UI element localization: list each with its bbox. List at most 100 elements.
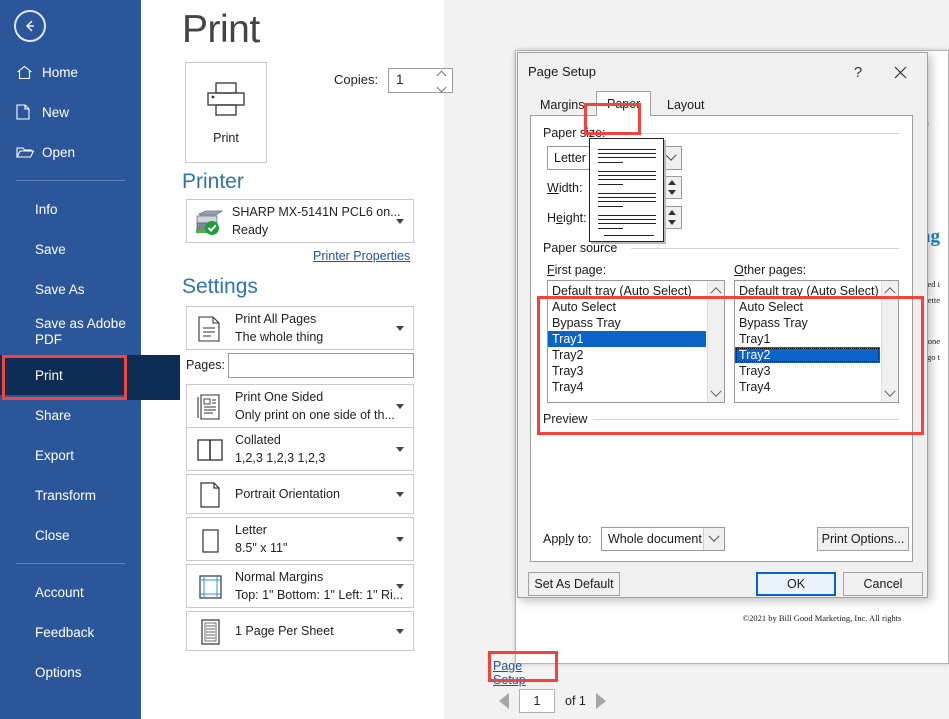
list-item[interactable]: Tray2 bbox=[548, 347, 706, 363]
spinner-up-icon[interactable] bbox=[663, 207, 681, 218]
scrollbar[interactable] bbox=[707, 281, 724, 402]
sidebar-item-options[interactable]: Options bbox=[0, 652, 141, 692]
chevron-down-icon[interactable] bbox=[703, 528, 724, 550]
setting-paper-size[interactable]: Letter 8.5" x 11" bbox=[186, 517, 414, 561]
sidebar-item-close[interactable]: Close bbox=[0, 515, 141, 555]
setting-orientation[interactable]: Portrait Orientation bbox=[186, 474, 414, 514]
width-spinner[interactable] bbox=[662, 177, 681, 198]
chevron-down-icon[interactable] bbox=[396, 584, 404, 589]
spinner-down-icon[interactable] bbox=[663, 188, 681, 199]
sidebar-item-open[interactable]: Open bbox=[0, 132, 141, 172]
apply-to-select[interactable]: Whole document bbox=[601, 527, 725, 551]
sidebar-item-save-as[interactable]: Save As bbox=[0, 269, 141, 309]
chevron-down-icon[interactable] bbox=[396, 447, 404, 452]
apply-to-value: Whole document bbox=[608, 532, 702, 546]
sidebar-item-label: Transform bbox=[35, 487, 97, 503]
print-options-label: Print Options... bbox=[821, 532, 905, 546]
tab-layout[interactable]: Layout bbox=[657, 95, 715, 116]
first-page-listbox[interactable]: Default tray (Auto Select) Auto Select B… bbox=[547, 280, 725, 403]
page-number-input[interactable] bbox=[519, 689, 555, 713]
group-rule bbox=[631, 248, 899, 249]
chevron-down-icon[interactable] bbox=[396, 219, 404, 224]
list-item[interactable]: Default tray (Auto Select) bbox=[548, 283, 706, 299]
height-spinner[interactable] bbox=[662, 207, 681, 228]
list-item[interactable]: Tray3 bbox=[735, 363, 880, 379]
sidebar-item-home[interactable]: Home bbox=[0, 52, 141, 92]
list-item-selected[interactable]: Tray1 bbox=[548, 331, 706, 347]
list-item[interactable]: Tray1 bbox=[735, 331, 880, 347]
list-item-selected[interactable]: Tray2 bbox=[735, 347, 880, 363]
spinner-up-icon[interactable] bbox=[663, 177, 681, 188]
back-arrow-icon[interactable] bbox=[14, 10, 46, 42]
scroll-down-icon[interactable] bbox=[882, 385, 898, 402]
page-total-label: of 1 bbox=[565, 694, 586, 708]
list-item[interactable]: Tray4 bbox=[548, 379, 706, 395]
sidebar-top-group: Home New Open Info Save Save As Save as … bbox=[0, 52, 141, 692]
list-item[interactable]: Bypass Tray bbox=[735, 315, 880, 331]
copies-spinner[interactable] bbox=[435, 70, 447, 93]
setting-pages-per-sheet[interactable]: 1 Page Per Sheet bbox=[186, 611, 414, 651]
sidebar-item-account[interactable]: Account bbox=[0, 572, 141, 612]
help-icon[interactable]: ? bbox=[845, 61, 871, 83]
scroll-up-icon[interactable] bbox=[708, 281, 724, 298]
orientation-icon bbox=[195, 481, 225, 514]
chevron-down-icon[interactable] bbox=[396, 537, 404, 542]
setting-subtitle: The whole thing bbox=[235, 330, 324, 344]
sidebar-item-transform[interactable]: Transform bbox=[0, 475, 141, 515]
print-button[interactable]: Print bbox=[185, 62, 267, 163]
setting-subtitle: Top: 1" Bottom: 1" Left: 1" Ri... bbox=[235, 588, 404, 602]
chevron-up-icon[interactable] bbox=[436, 70, 446, 81]
chevron-down-icon[interactable] bbox=[396, 629, 404, 634]
ok-button[interactable]: OK bbox=[756, 572, 836, 596]
group-rule bbox=[593, 419, 899, 420]
setting-print-range[interactable]: Print All Pages The whole thing bbox=[186, 306, 414, 350]
chevron-down-icon[interactable] bbox=[396, 492, 404, 497]
sidebar-item-label: Export bbox=[35, 447, 75, 463]
sidebar-item-save-as-adobe-pdf[interactable]: Save as Adobe PDF bbox=[0, 309, 141, 355]
sidebar-item-feedback[interactable]: Feedback bbox=[0, 612, 141, 652]
list-item[interactable]: Auto Select bbox=[735, 299, 880, 315]
page-setup-link[interactable]: Page Setup bbox=[493, 659, 526, 687]
list-item[interactable]: Bypass Tray bbox=[548, 315, 706, 331]
previous-page-arrow-icon[interactable] bbox=[499, 693, 509, 709]
printer-select[interactable]: SHARP MX-5141N PCL6 on... Ready bbox=[186, 199, 414, 243]
sidebar-item-export[interactable]: Export bbox=[0, 435, 141, 475]
page-navigation: of 1 bbox=[499, 688, 639, 714]
scroll-down-icon[interactable] bbox=[708, 385, 724, 402]
list-item[interactable]: Tray3 bbox=[548, 363, 706, 379]
chevron-down-icon[interactable] bbox=[436, 82, 446, 93]
list-item[interactable]: Auto Select bbox=[548, 299, 706, 315]
sidebar-item-save[interactable]: Save bbox=[0, 229, 141, 269]
cancel-button[interactable]: Cancel bbox=[843, 572, 923, 596]
scrollbar[interactable] bbox=[881, 281, 898, 402]
tab-paper[interactable]: Paper bbox=[596, 91, 652, 116]
chevron-down-icon[interactable] bbox=[396, 326, 404, 331]
spinner-down-icon[interactable] bbox=[663, 218, 681, 229]
close-icon[interactable] bbox=[885, 61, 915, 83]
printer-properties-link[interactable]: Printer Properties bbox=[313, 249, 410, 263]
sidebar-item-label: Print bbox=[35, 367, 63, 383]
chevron-down-icon[interactable] bbox=[396, 404, 404, 409]
copies-stepper[interactable]: 1 bbox=[388, 68, 453, 93]
list-item[interactable]: Default tray (Auto Select) bbox=[735, 283, 880, 299]
sidebar-item-label: Account bbox=[35, 584, 84, 600]
printer-status-icon bbox=[194, 209, 227, 235]
back-arrow-glyph bbox=[26, 20, 34, 32]
new-document-icon bbox=[16, 104, 42, 120]
scroll-up-icon[interactable] bbox=[882, 281, 898, 298]
other-pages-listbox[interactable]: Default tray (Auto Select) Auto Select B… bbox=[734, 280, 899, 403]
set-as-default-button[interactable]: Set As Default bbox=[528, 572, 620, 596]
pages-input[interactable] bbox=[228, 353, 414, 378]
setting-margins[interactable]: Normal Margins Top: 1" Bottom: 1" Left: … bbox=[186, 564, 414, 608]
sidebar-item-info[interactable]: Info bbox=[0, 189, 141, 229]
list-item[interactable]: Tray4 bbox=[735, 379, 880, 395]
tab-margins[interactable]: Margins bbox=[530, 95, 594, 116]
sidebar-item-share[interactable]: Share bbox=[0, 395, 141, 435]
sidebar-item-new[interactable]: New bbox=[0, 92, 141, 132]
setting-collation[interactable]: Collated 1,2,3 1,2,3 1,2,3 bbox=[186, 427, 414, 471]
setting-sides[interactable]: Print One Sided Only print on one side o… bbox=[186, 384, 414, 428]
sidebar-item-print[interactable]: Print bbox=[0, 355, 141, 395]
next-page-arrow-icon[interactable] bbox=[595, 693, 606, 709]
print-options-button[interactable]: Print Options... bbox=[817, 527, 909, 551]
setting-title: 1 Page Per Sheet bbox=[235, 624, 334, 638]
